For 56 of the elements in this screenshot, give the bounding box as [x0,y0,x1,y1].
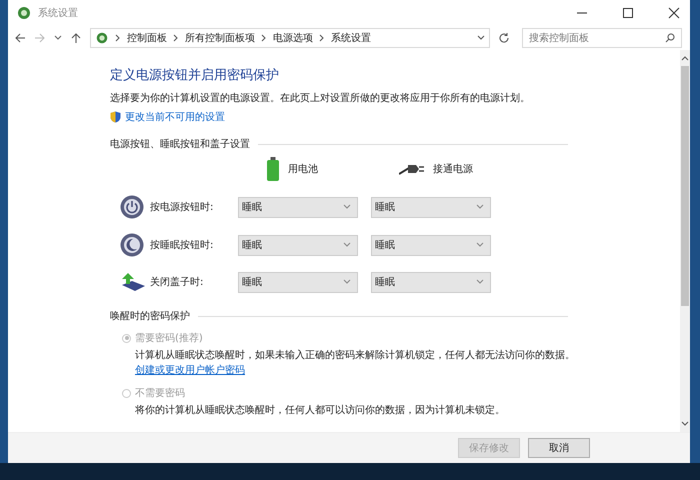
scrollbar[interactable] [680,50,690,432]
breadcrumb-item[interactable]: 所有控制面板项 [185,31,255,45]
dropdown[interactable]: 睡眠 [371,196,491,218]
maximize-icon[interactable] [622,7,634,19]
dropdown[interactable]: 睡眠 [238,272,358,292]
change-settings-link[interactable]: 更改当前不可用的设置 [125,110,225,124]
chevron-down-icon[interactable] [477,34,485,42]
shield-icon [110,111,121,123]
dropdown[interactable]: 睡眠 [238,234,358,256]
chevron-down-icon [343,203,351,211]
chevron-right-icon [173,34,179,42]
chevron-down-icon[interactable] [681,420,689,428]
setting-label: 按电源按钮时: [150,200,214,214]
option-description: 计算机从睡眠状态唤醒时，如果未输入正确的密码来解除计算机锁定，任何人都无法访问你的数据。 创建或更改用户帐户密码 [135,348,575,378]
option-label: 需要密码(推荐) [135,332,203,345]
chevron-down-icon [343,241,351,249]
close-icon[interactable] [668,7,680,19]
page-description: 选择要为你的计算机设置的电源设置。在此页上对设置所做的更改将应用于你所有的电源计划。 [110,92,531,105]
refresh-icon[interactable] [498,32,510,44]
window-title: 系统设置 [38,6,78,20]
chevron-down-icon [476,203,484,211]
column-header: 接通电源 [433,162,473,176]
cancel-button[interactable]: 取消 [528,438,590,458]
chevron-right-icon [261,34,267,42]
scrollbar-thumb[interactable] [681,66,689,306]
chevron-down-icon [476,241,484,249]
back-arrow-icon[interactable] [14,32,26,44]
power-button-icon [120,195,144,219]
breadcrumb-item[interactable]: 系统设置 [331,31,371,45]
breadcrumb-item[interactable]: 控制面板 [127,31,167,45]
dropdown[interactable]: 睡眠 [371,234,491,256]
breadcrumb-item[interactable]: 电源选项 [273,31,313,45]
chevron-right-icon [115,34,121,42]
section-title: 唤醒时的密码保护 [110,310,190,323]
page-heading: 定义电源按钮并启用密码保护 [110,67,280,84]
chevron-down-icon [476,278,484,286]
battery-icon [266,157,280,181]
option-label: 不需要密码 [135,386,185,400]
laptop-lid-icon [120,271,146,293]
search-field[interactable]: 搜索控制面板 [522,28,682,48]
moon-icon [120,233,144,257]
chevron-down-icon[interactable] [54,34,62,42]
column-header: 用电池 [288,162,318,176]
chevron-right-icon [319,34,325,42]
up-arrow-icon[interactable] [70,32,82,44]
dropdown[interactable]: 睡眠 [238,196,358,218]
setting-label: 按睡眠按钮时: [150,238,214,252]
dropdown[interactable]: 睡眠 [371,272,491,292]
address-field[interactable]: 控制面板 所有控制面板项 电源选项 系统设置 [90,28,490,48]
section-title: 电源按钮、睡眠按钮和盖子设置 [110,138,250,151]
setting-label: 关闭盖子时: [150,276,204,289]
plug-icon [399,162,425,176]
option-description: 将你的计算机从睡眠状态唤醒时，任何人都可以访问你的数据，因为计算机未锁定。 [135,404,506,418]
search-icon [665,33,675,43]
chevron-up-icon[interactable] [681,54,689,62]
chevron-down-icon [343,278,351,286]
